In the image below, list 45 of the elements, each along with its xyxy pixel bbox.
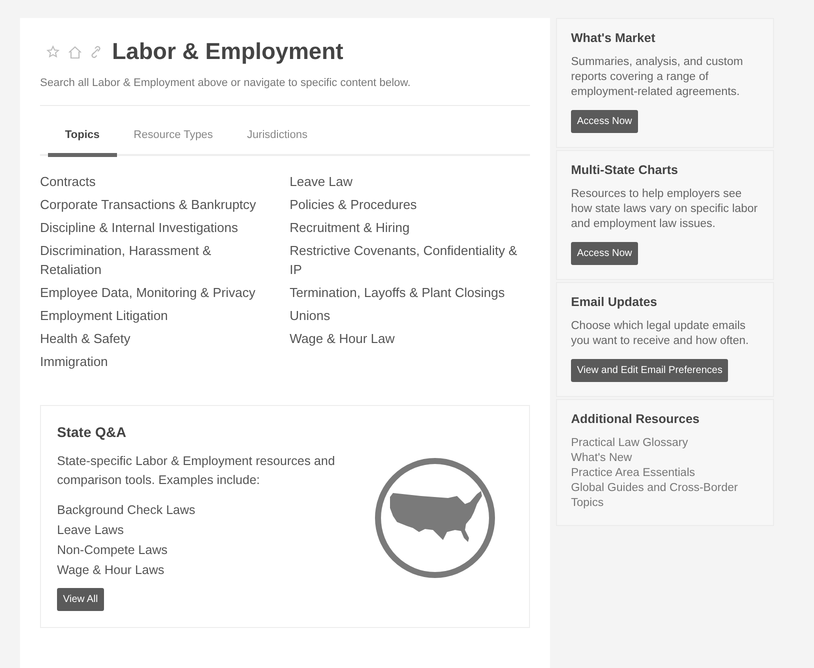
topic-link[interactable]: Discipline & Internal Investigations — [40, 218, 265, 237]
action-button[interactable]: View and Edit Email Preferences — [571, 359, 728, 382]
card-description: State-specific Labor & Employment resources and comparison tools. Examples include: — [57, 453, 336, 489]
topic-link[interactable]: Discrimination, Harassment & Retaliation — [40, 241, 265, 279]
page-title: Labor & Employment — [112, 38, 344, 65]
panel-title: What's Market — [571, 31, 656, 45]
page-subtitle: Search all Labor & Employment above or navigate to specific content below. — [40, 77, 530, 106]
panel-text: Summaries, analysis, and custom reports covering a range of employment-related agreements. — [571, 55, 744, 100]
topic-link[interactable]: Immigration — [40, 352, 265, 371]
topic-link[interactable]: Restrictive Covenants, Confidentiality & IP — [290, 241, 530, 279]
resource-link[interactable]: Practical Law Glossary — [571, 436, 688, 451]
topic-link[interactable]: Health & Safety — [40, 329, 265, 348]
topic-link[interactable]: Unions — [290, 306, 530, 325]
panel-title: Email Updates — [571, 295, 658, 309]
example-link[interactable]: Non-Compete Laws — [57, 540, 168, 560]
example-link[interactable]: Wage & Hour Laws — [57, 560, 164, 580]
link-icon[interactable] — [90, 44, 102, 58]
topic-link[interactable]: Policies & Procedures — [290, 195, 530, 214]
topic-link[interactable]: Employment Litigation — [40, 306, 265, 325]
example-link[interactable]: Leave Laws — [57, 520, 124, 540]
resource-link[interactable]: What's New — [571, 451, 632, 466]
panel-text: Choose which legal update emails you want to receive and how often. — [571, 319, 750, 349]
action-button[interactable]: Access Now — [571, 110, 638, 133]
topic-link[interactable]: Termination, Layoffs & Plant Closings — [290, 283, 530, 302]
card-title: State Q&A — [57, 424, 128, 440]
panel-title: Additional Resources — [571, 412, 700, 426]
home-icon[interactable] — [67, 44, 83, 58]
topic-link[interactable]: Employee Data, Monitoring & Privacy — [40, 283, 265, 302]
topic-link[interactable]: Leave Law — [290, 172, 530, 191]
tab[interactable]: Jurisdictions — [230, 115, 324, 157]
example-link[interactable]: Background Check Laws — [57, 500, 196, 520]
panel-text: Resources to help employers see how state laws vary on specific labor and employment law issues. — [571, 187, 759, 232]
us-map-icon — [373, 456, 497, 580]
topic-link[interactable]: Recruitment & Hiring — [290, 218, 530, 237]
topic-link[interactable]: Contracts — [40, 172, 265, 191]
panel-title: Multi-State Charts — [571, 163, 679, 177]
action-button[interactable]: Access Now — [571, 242, 638, 265]
tab[interactable]: Topics — [48, 115, 117, 157]
star-icon[interactable] — [46, 44, 60, 58]
topic-link[interactable]: Wage & Hour Law — [290, 329, 530, 348]
view-all-button[interactable]: View All — [57, 588, 104, 611]
tab[interactable]: Resource Types — [116, 115, 230, 157]
resource-link[interactable]: Practice Area Essentials — [571, 466, 696, 481]
resource-link[interactable]: Global Guides and Cross-Border Topics — [571, 481, 763, 511]
topic-link[interactable]: Corporate Transactions & Bankruptcy — [40, 195, 265, 214]
